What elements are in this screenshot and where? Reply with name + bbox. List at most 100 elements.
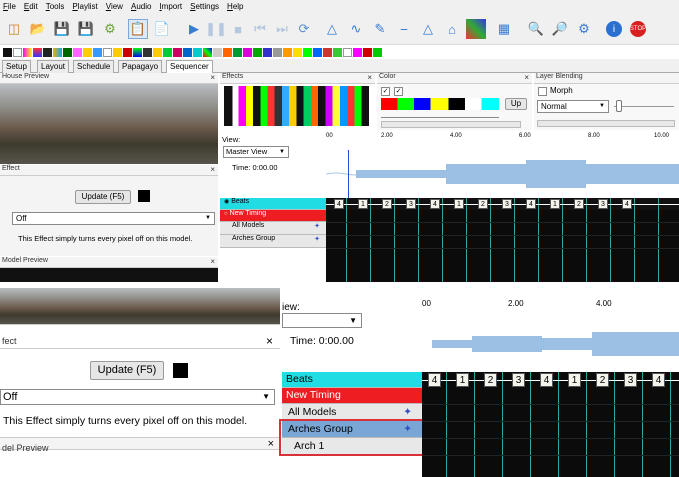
effect-picture-icon[interactable] xyxy=(213,47,222,57)
wave-icon[interactable]: ∿ xyxy=(346,19,366,39)
new-icon[interactable]: ◫ xyxy=(4,19,24,39)
effect-garlands-icon[interactable] xyxy=(123,47,132,57)
effect-spirals-icon[interactable] xyxy=(283,47,292,57)
timing-mark[interactable]: 1 xyxy=(550,199,560,209)
close-icon[interactable]: × xyxy=(210,165,215,174)
color-up-button[interactable]: Up xyxy=(505,98,527,110)
effect-fireworks-icon[interactable] xyxy=(93,47,102,57)
timing-mark[interactable]: 3 xyxy=(624,373,637,387)
color-scrollbar[interactable] xyxy=(381,121,521,128)
close-icon[interactable]: × xyxy=(266,334,273,348)
close-icon[interactable]: × xyxy=(268,438,274,450)
fast-forward-icon[interactable]: ⏭ xyxy=(272,19,292,39)
effect-shimmer-icon[interactable] xyxy=(253,47,262,57)
grid-icon[interactable]: ▦ xyxy=(494,19,514,39)
effect-twinkle-icon[interactable] xyxy=(323,47,332,57)
effects-grid-timeline-zoom[interactable]: 4 1 2 3 4 1 2 3 4 xyxy=(422,372,679,477)
color-checkbox-2[interactable]: ✓ xyxy=(394,87,403,96)
menu-tools[interactable]: Tools xyxy=(46,2,65,11)
blend-scrollbar[interactable] xyxy=(537,120,675,127)
zoom-in-icon[interactable]: 🔍 xyxy=(526,19,546,39)
stop-sign-icon[interactable]: STOP xyxy=(630,21,646,37)
timing-mark[interactable]: 4 xyxy=(430,199,440,209)
effect-bars-icon[interactable] xyxy=(23,47,32,57)
stop-icon[interactable]: ■ xyxy=(228,19,248,39)
menu-playlist[interactable]: Playlist xyxy=(72,2,97,11)
view-select-zoom[interactable]: ▼ xyxy=(282,313,362,328)
tab-schedule[interactable]: Schedule xyxy=(73,60,115,73)
playhead[interactable] xyxy=(348,150,349,198)
row-beats[interactable]: ◉ Beats xyxy=(220,198,326,210)
audio-waveform-zoom[interactable] xyxy=(422,318,679,372)
tab-setup[interactable]: Setup xyxy=(2,60,31,73)
tab-sequencer[interactable]: Sequencer xyxy=(166,60,213,74)
row-beats-zoom[interactable]: Beats xyxy=(282,372,422,388)
timing-mark[interactable]: 4 xyxy=(652,373,665,387)
open-folder-icon[interactable]: 📂 xyxy=(28,19,48,39)
effect-ripple-icon[interactable] xyxy=(243,47,252,57)
close-icon[interactable]: × xyxy=(367,73,372,82)
row-all-models[interactable]: All Models ✦ xyxy=(220,222,326,235)
timing-mark[interactable]: 4 xyxy=(334,199,344,209)
menu-help[interactable]: Help xyxy=(227,2,243,11)
effect-select-zoom[interactable]: Off ▼ xyxy=(0,389,275,405)
update-button[interactable]: Update (F5) xyxy=(75,190,131,204)
tab-papagayo[interactable]: Papagayo xyxy=(118,60,163,73)
effect-music-icon[interactable] xyxy=(203,47,212,57)
effect-select[interactable]: Off ▼ xyxy=(12,212,215,225)
tab-layout[interactable]: Layout xyxy=(37,60,70,73)
menu-edit[interactable]: Edit xyxy=(24,2,38,11)
timing-mark[interactable]: 2 xyxy=(478,199,488,209)
effect-vumeter-icon[interactable] xyxy=(353,47,362,57)
blend-mode-select[interactable]: Normal ▼ xyxy=(537,100,609,113)
menu-file[interactable]: File xyxy=(3,2,16,11)
color-slider-row[interactable] xyxy=(381,112,499,118)
save-icon[interactable]: 💾 xyxy=(52,19,72,39)
effect-strobe-icon[interactable] xyxy=(293,47,302,57)
effect-video-icon[interactable] xyxy=(333,47,342,57)
color-grid-icon[interactable] xyxy=(466,19,486,39)
effect-plasma-icon[interactable] xyxy=(233,47,242,57)
morph-checkbox[interactable] xyxy=(538,87,547,96)
zoom-out-icon[interactable]: 🔎 xyxy=(550,19,570,39)
clipboard-icon[interactable]: 📄 xyxy=(152,19,172,39)
timing-mark[interactable]: 2 xyxy=(596,373,609,387)
timing-mark[interactable]: 2 xyxy=(382,199,392,209)
close-icon[interactable]: × xyxy=(524,73,529,82)
effects-grid-timeline[interactable]: 4 1 2 3 4 1 2 3 4 1 2 3 4 xyxy=(326,198,679,282)
menu-import[interactable]: Import xyxy=(159,2,182,11)
timing-mark[interactable]: 1 xyxy=(456,373,469,387)
row-new-timing-zoom[interactable]: New Timing xyxy=(282,388,422,404)
loop-icon[interactable]: ⟳ xyxy=(294,19,314,39)
effect-glediator-icon[interactable] xyxy=(133,47,142,57)
effect-fan-icon[interactable] xyxy=(73,47,82,57)
stroke-icon[interactable]: ⎯ xyxy=(394,19,414,39)
close-icon[interactable]: × xyxy=(210,257,215,266)
timing-mark[interactable]: 1 xyxy=(568,373,581,387)
effect-butterfly-icon[interactable] xyxy=(33,47,42,57)
effect-wave-icon[interactable] xyxy=(343,47,352,57)
audio-waveform[interactable] xyxy=(326,150,679,198)
timing-mark[interactable]: 1 xyxy=(454,199,464,209)
effect-lines-icon[interactable] xyxy=(163,47,172,57)
timing-mark[interactable]: 4 xyxy=(428,373,441,387)
settings-icon[interactable]: ⚙ xyxy=(574,19,594,39)
timing-mark[interactable]: 3 xyxy=(406,199,416,209)
brush-icon[interactable]: ✎ xyxy=(370,19,390,39)
effect-state-icon[interactable] xyxy=(373,47,382,57)
effect-color-swatch-zoom[interactable] xyxy=(173,363,188,378)
effect-circles-icon[interactable] xyxy=(43,47,52,57)
blend-slider-thumb[interactable] xyxy=(616,100,622,112)
effect-lightning-icon[interactable] xyxy=(153,47,162,57)
effect-on-icon[interactable] xyxy=(13,47,22,57)
house-icon[interactable]: ⌂ xyxy=(442,19,462,39)
rewind-icon[interactable]: ⏮ xyxy=(250,19,270,39)
close-icon[interactable]: × xyxy=(210,73,215,82)
effect-color-swatch[interactable] xyxy=(138,190,150,202)
effect-faces-icon[interactable] xyxy=(103,47,112,57)
view-select[interactable]: Master View ▼ xyxy=(223,146,289,158)
effect-life-icon[interactable] xyxy=(143,47,152,57)
effect-meteors-icon[interactable] xyxy=(183,47,192,57)
timing-mark[interactable]: 3 xyxy=(502,199,512,209)
effect-marquee-icon[interactable] xyxy=(173,47,182,57)
